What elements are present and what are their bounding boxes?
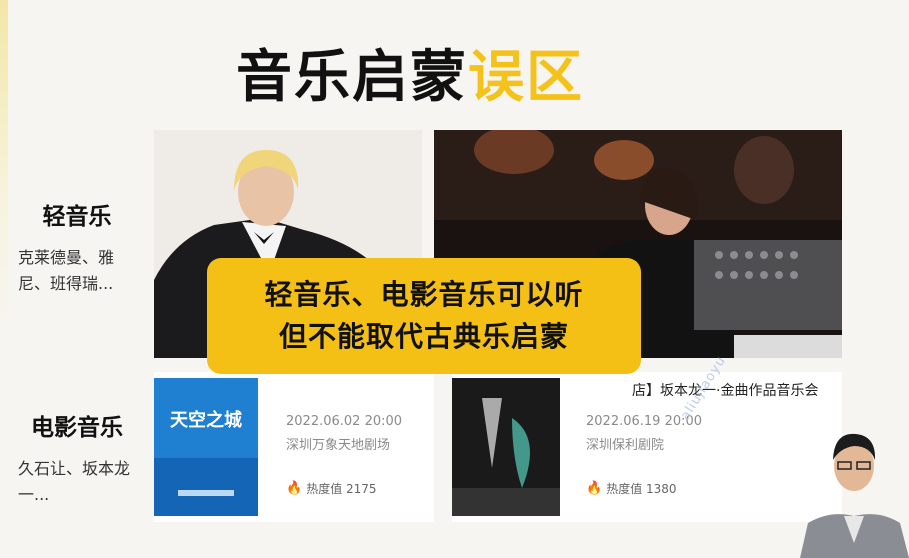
callout-line-2: 但不能取代古典乐启蒙 <box>278 320 569 353</box>
flame-icon: 🔥 <box>586 481 603 496</box>
ticket-card[interactable]: 店】坂本龙一·金曲作品音乐会 2022.06.19 20:00 深圳保利剧院 🔥… <box>452 372 842 522</box>
heat-value: 热度值 1380 <box>606 482 677 496</box>
flame-icon: 🔥 <box>286 481 303 496</box>
category-desc: 克莱德曼、雅尼、班得瑞... <box>18 248 115 293</box>
title-accent: 误区 <box>468 45 584 110</box>
presenter-video <box>800 418 909 558</box>
category-title: 电影音乐 <box>31 415 123 441</box>
category-desc: 久石让、坂本龙一... <box>18 459 131 504</box>
ticket-card[interactable]: 天空之城 2022.06.02 20:00 深圳万象天地剧场 🔥 热度值 217… <box>154 372 434 522</box>
ticket-date: 2022.06.02 20:00 <box>286 414 403 429</box>
left-decor-strip <box>0 0 8 558</box>
ticket-heat: 🔥 热度值 2175 <box>286 480 377 497</box>
ticket-name: 店】坂本龙一·金曲作品音乐会 <box>632 383 819 399</box>
heat-value: 热度值 2175 <box>306 482 377 496</box>
poster-image <box>452 378 560 516</box>
poster-title: 天空之城 <box>170 409 242 431</box>
category-light-music: 轻音乐 克莱德曼、雅尼、班得瑞... <box>18 197 148 297</box>
category-film-music: 电影音乐 久石让、坂本龙一... <box>18 408 148 508</box>
poster-image: 天空之城 <box>154 378 258 516</box>
slide-title: 音乐启蒙误区 <box>236 32 584 113</box>
ticket-venue: 深圳保利剧院 <box>586 438 665 453</box>
callout-line-1: 轻音乐、电影音乐可以听 <box>264 278 584 311</box>
ticket-heat: 🔥 热度值 1380 <box>586 480 677 497</box>
callout-box: 轻音乐、电影音乐可以听 但不能取代古典乐启蒙 <box>207 258 641 374</box>
ticket-venue: 深圳万象天地剧场 <box>286 438 391 453</box>
category-title: 轻音乐 <box>42 204 112 230</box>
title-main: 音乐启蒙 <box>236 45 468 110</box>
